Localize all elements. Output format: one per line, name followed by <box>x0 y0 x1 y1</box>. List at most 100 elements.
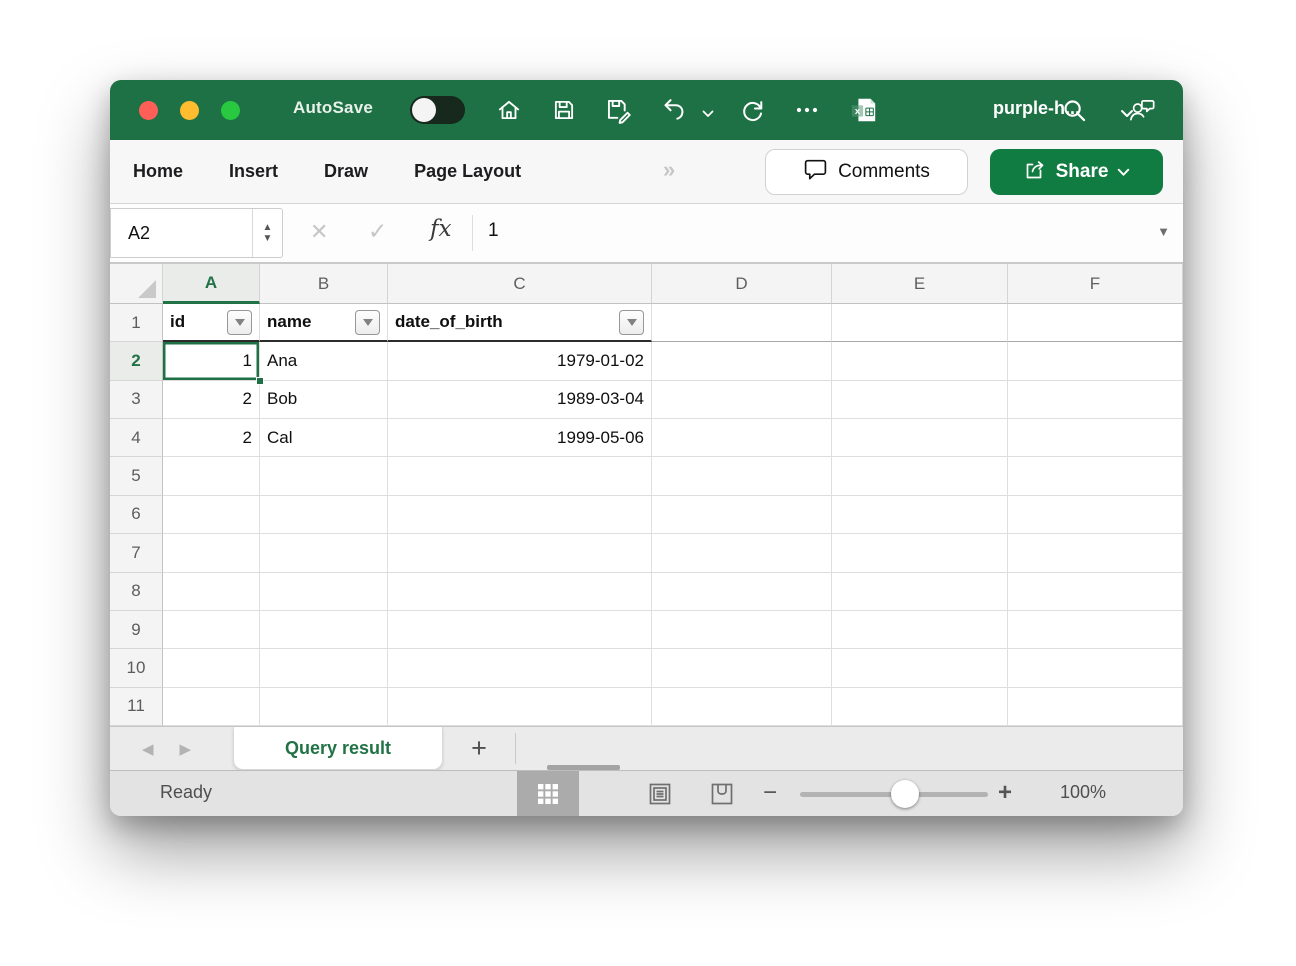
row-header-8[interactable]: 8 <box>110 573 163 611</box>
cell-A10[interactable] <box>163 649 260 687</box>
cell-A4[interactable]: 2 <box>163 419 260 457</box>
zoom-slider-knob[interactable] <box>891 780 919 808</box>
row-header-9[interactable]: 9 <box>110 611 163 649</box>
cell-B3[interactable]: Bob <box>260 381 388 419</box>
formula-input[interactable]: 1 <box>488 220 499 242</box>
cell-D9[interactable] <box>652 611 832 649</box>
next-sheet-icon[interactable]: ▶ <box>180 740 192 758</box>
row-header-1[interactable]: 1 <box>110 304 163 342</box>
cell-F5[interactable] <box>1008 457 1183 495</box>
cell-C6[interactable] <box>388 496 652 534</box>
column-header-A[interactable]: A <box>163 264 260 304</box>
cell-A2[interactable]: 1 <box>163 342 260 380</box>
close-window-button[interactable] <box>139 101 158 120</box>
cell-F11[interactable] <box>1008 688 1183 726</box>
spinner-down-icon[interactable]: ▼ <box>263 233 273 244</box>
cell-D8[interactable] <box>652 573 832 611</box>
cell-reference[interactable]: A2 <box>111 223 252 244</box>
cell-B2[interactable]: Ana <box>260 342 388 380</box>
column-header-E[interactable]: E <box>832 264 1008 304</box>
cancel-entry-icon[interactable]: ✕ <box>310 219 328 245</box>
name-box[interactable]: A2 ▲ ▼ <box>110 208 283 258</box>
undo-icon[interactable] <box>660 96 688 124</box>
column-header-D[interactable]: D <box>652 264 832 304</box>
cell-E9[interactable] <box>832 611 1008 649</box>
name-box-spinner[interactable]: ▲ ▼ <box>252 209 282 257</box>
cell-A8[interactable] <box>163 573 260 611</box>
tab-home[interactable]: Home <box>133 161 183 182</box>
cell-B10[interactable] <box>260 649 388 687</box>
home-icon[interactable] <box>495 96 523 124</box>
page-break-view-button[interactable] <box>691 771 753 816</box>
zoom-level[interactable]: 100% <box>1048 782 1118 803</box>
comments-button[interactable]: Comments <box>765 149 968 195</box>
filter-button-C[interactable] <box>619 310 644 335</box>
cell-B4[interactable]: Cal <box>260 419 388 457</box>
share-button[interactable]: Share <box>990 149 1163 195</box>
cell-E10[interactable] <box>832 649 1008 687</box>
cell-E2[interactable] <box>832 342 1008 380</box>
cell-F7[interactable] <box>1008 534 1183 572</box>
cell-A6[interactable] <box>163 496 260 534</box>
cell-A5[interactable] <box>163 457 260 495</box>
redo-icon[interactable] <box>738 96 766 124</box>
cell-D1[interactable] <box>652 304 832 342</box>
cell-E8[interactable] <box>832 573 1008 611</box>
search-icon[interactable] <box>1060 96 1088 124</box>
row-header-4[interactable]: 4 <box>110 419 163 457</box>
filter-button-A[interactable] <box>227 310 252 335</box>
cell-E4[interactable] <box>832 419 1008 457</box>
minimize-window-button[interactable] <box>180 101 199 120</box>
cell-C9[interactable] <box>388 611 652 649</box>
cell-B9[interactable] <box>260 611 388 649</box>
cell-D11[interactable] <box>652 688 832 726</box>
expand-formula-bar-icon[interactable]: ▼ <box>1157 224 1170 239</box>
save-as-icon[interactable] <box>604 96 632 124</box>
cell-E7[interactable] <box>832 534 1008 572</box>
confirm-entry-icon[interactable]: ✓ <box>368 218 387 245</box>
insert-function-icon[interactable]: fx <box>430 216 451 242</box>
cell-E1[interactable] <box>832 304 1008 342</box>
tab-draw[interactable]: Draw <box>324 161 368 182</box>
row-header-3[interactable]: 3 <box>110 381 163 419</box>
contacts-icon[interactable] <box>1128 96 1156 124</box>
cell-D5[interactable] <box>652 457 832 495</box>
page-layout-view-button[interactable] <box>629 771 691 816</box>
cell-F4[interactable] <box>1008 419 1183 457</box>
fullscreen-window-button[interactable] <box>221 101 240 120</box>
cell-A1[interactable]: id <box>163 304 260 342</box>
cell-B6[interactable] <box>260 496 388 534</box>
cell-B8[interactable] <box>260 573 388 611</box>
cell-C7[interactable] <box>388 534 652 572</box>
column-header-B[interactable]: B <box>260 264 388 304</box>
previous-sheet-icon[interactable]: ◀ <box>142 740 154 758</box>
select-all-corner[interactable] <box>110 264 163 304</box>
cell-C8[interactable] <box>388 573 652 611</box>
cell-B11[interactable] <box>260 688 388 726</box>
cell-F10[interactable] <box>1008 649 1183 687</box>
cell-D10[interactable] <box>652 649 832 687</box>
normal-view-button[interactable] <box>517 771 579 816</box>
cell-D6[interactable] <box>652 496 832 534</box>
cell-A9[interactable] <box>163 611 260 649</box>
cell-D2[interactable] <box>652 342 832 380</box>
cell-F3[interactable] <box>1008 381 1183 419</box>
row-header-5[interactable]: 5 <box>110 457 163 495</box>
row-header-10[interactable]: 10 <box>110 649 163 687</box>
cell-C5[interactable] <box>388 457 652 495</box>
cell-C10[interactable] <box>388 649 652 687</box>
tab-page-layout[interactable]: Page Layout <box>414 161 521 182</box>
save-icon[interactable] <box>550 96 578 124</box>
row-header-6[interactable]: 6 <box>110 496 163 534</box>
cell-D7[interactable] <box>652 534 832 572</box>
fill-handle[interactable] <box>256 377 264 385</box>
cell-A3[interactable]: 2 <box>163 381 260 419</box>
more-commands-icon[interactable] <box>793 96 821 124</box>
cell-A11[interactable] <box>163 688 260 726</box>
cell-E5[interactable] <box>832 457 1008 495</box>
sheet-tab-query-result[interactable]: Query result <box>233 727 443 770</box>
cell-C2[interactable]: 1979-01-02 <box>388 342 652 380</box>
autosave-toggle[interactable] <box>410 96 465 124</box>
row-header-2[interactable]: 2 <box>110 342 163 380</box>
cell-D3[interactable] <box>652 381 832 419</box>
